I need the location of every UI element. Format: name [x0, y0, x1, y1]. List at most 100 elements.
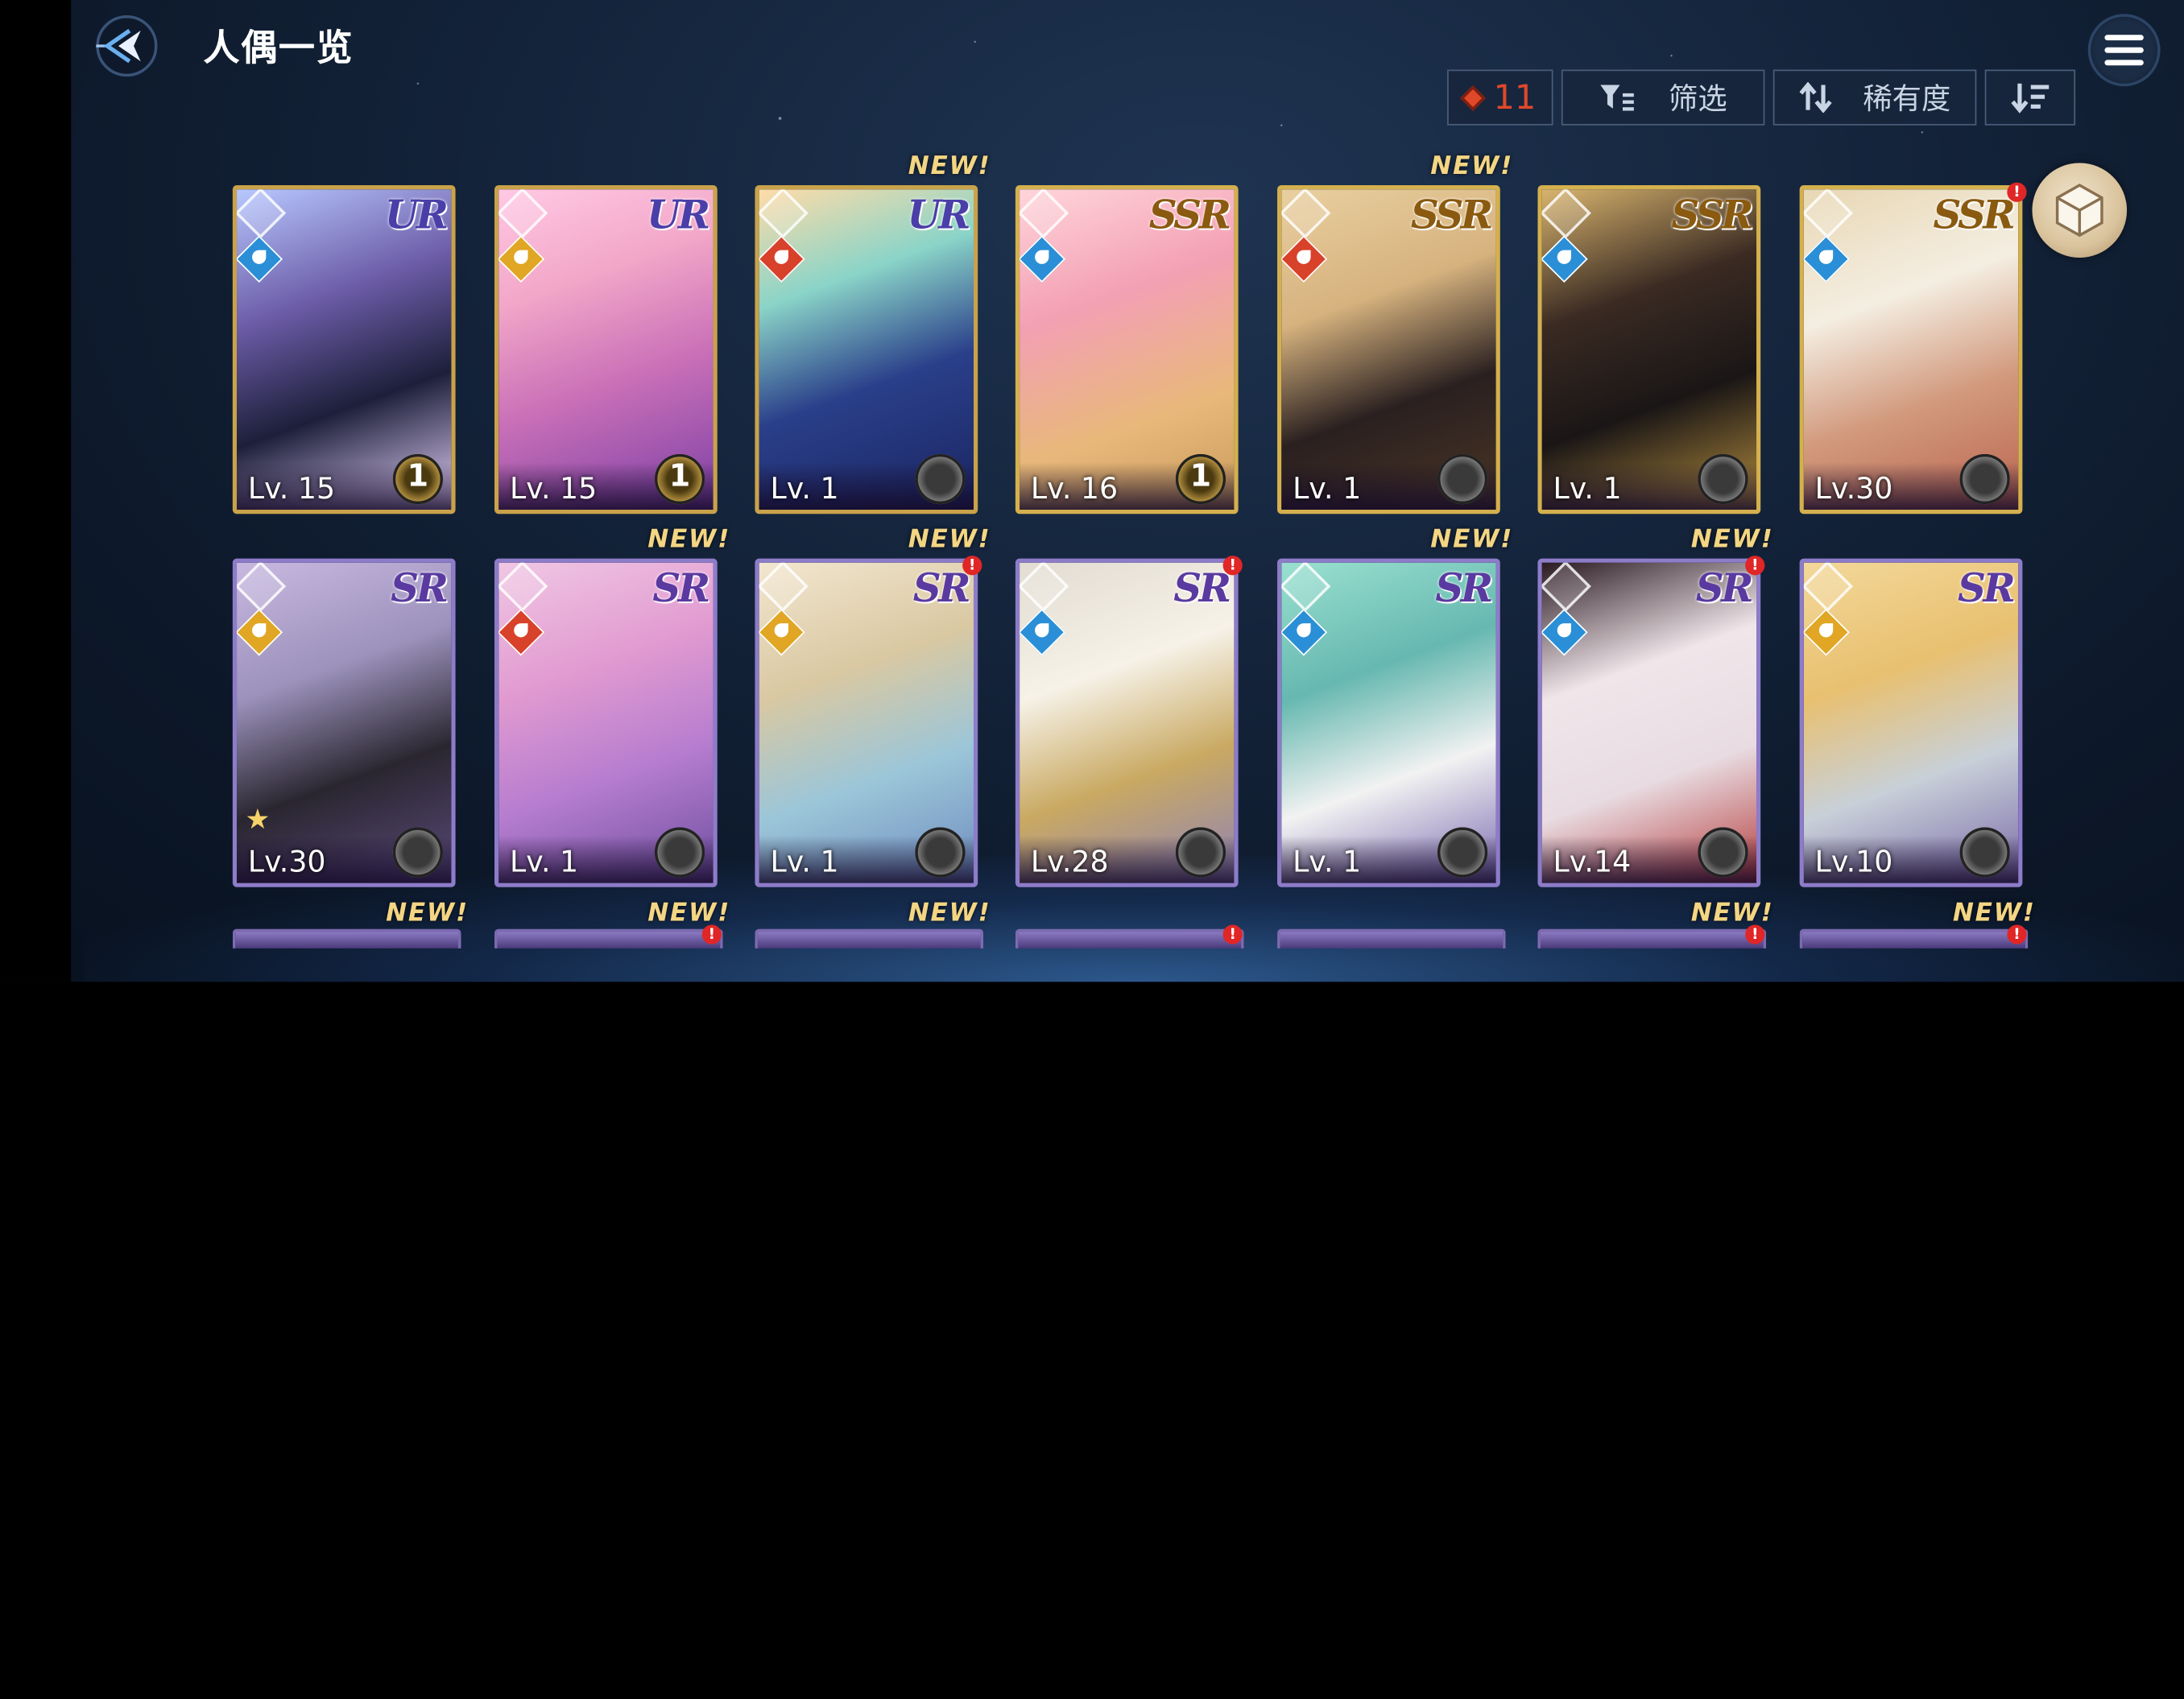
- new-tag: NEW!: [1430, 151, 1514, 181]
- doll-card-partial[interactable]: [494, 928, 723, 949]
- alert-badge: !: [1222, 556, 1243, 576]
- doll-card[interactable]: SSR Lv. 1: [1277, 185, 1500, 515]
- rarity-badge: SSR: [1671, 192, 1753, 238]
- new-tag: NEW!: [908, 151, 991, 181]
- new-tag: NEW!: [647, 898, 731, 928]
- medal-value: 1: [668, 459, 691, 495]
- game-screen: 人偶一览 11 筛选 稀有度 UR Lv. 15 1 UR Lv. 15 1 UR Lv. 1: [0, 0, 2184, 982]
- new-tag: NEW!: [908, 898, 991, 928]
- level-label: Lv. 16: [1030, 472, 1119, 506]
- sort-descending-icon: [2010, 83, 2049, 114]
- new-tag: NEW!: [1690, 898, 1774, 928]
- medal-value: 1: [1189, 459, 1212, 495]
- doll-card[interactable]: SR Lv.14: [1537, 558, 1761, 887]
- alert-badge: !: [962, 556, 982, 576]
- rarity-badge: SR: [1173, 565, 1231, 612]
- wing-emblem-icon: [1698, 827, 1748, 878]
- rank-medal-icon: 1: [1175, 453, 1226, 505]
- rarity-badge: SSR: [1148, 192, 1231, 238]
- rarity-badge: SR: [1957, 565, 2016, 612]
- rarity-badge: SR: [1435, 565, 1493, 612]
- doll-card-partial[interactable]: [1277, 928, 1506, 949]
- count-indicator: 11: [1447, 69, 1553, 126]
- wing-emblem-icon: [1698, 453, 1748, 505]
- sort-rarity-button[interactable]: 稀有度: [1772, 69, 1977, 126]
- rank-medal-icon: 1: [654, 453, 705, 505]
- level-label: Lv.30: [1814, 472, 1893, 506]
- wing-emblem-icon: [1437, 827, 1488, 878]
- doll-card-partial[interactable]: [1537, 928, 1767, 949]
- rarity-badge: UR: [384, 192, 449, 238]
- level-label: Lv.28: [1030, 845, 1109, 879]
- rarity-badge: SSR: [1410, 192, 1493, 238]
- alert-badge: !: [1745, 924, 1765, 945]
- red-gem-icon: [1460, 85, 1487, 110]
- wing-emblem-icon: [915, 453, 966, 505]
- new-tag: NEW!: [1430, 525, 1514, 555]
- hamburger-menu-icon[interactable]: [2087, 14, 2161, 87]
- level-label: Lv. 1: [1293, 472, 1362, 506]
- level-label: Lv.30: [247, 845, 326, 879]
- sort-label: 稀有度: [1863, 82, 1951, 116]
- alert-badge: !: [701, 924, 722, 945]
- doll-card-partial[interactable]: [1015, 928, 1244, 949]
- alert-badge: !: [1222, 924, 1243, 945]
- level-label: Lv. 15: [510, 472, 598, 506]
- new-tag: NEW!: [1952, 898, 2036, 928]
- doll-card[interactable]: UR Lv. 1: [755, 185, 978, 515]
- cube-icon[interactable]: [2032, 163, 2128, 258]
- doll-card[interactable]: SSR Lv. 16 1: [1015, 185, 1239, 515]
- medal-value: 1: [407, 459, 429, 495]
- count-value: 11: [1493, 77, 1537, 118]
- level-label: Lv. 15: [247, 472, 336, 506]
- rarity-badge: SR: [391, 565, 449, 612]
- back-arrow-icon[interactable]: [88, 14, 166, 78]
- filter-icon: [1600, 85, 1634, 111]
- rarity-badge: SR: [652, 565, 710, 612]
- doll-card-partial[interactable]: [755, 928, 984, 949]
- level-label: Lv. 1: [1293, 845, 1362, 879]
- new-tag: NEW!: [386, 898, 469, 928]
- star-icon: ★: [245, 802, 271, 836]
- doll-card-partial[interactable]: [1799, 928, 2029, 949]
- swap-vertical-icon: [1798, 82, 1831, 114]
- doll-card[interactable]: SSR Lv.30: [1799, 185, 2023, 515]
- filter-label: 筛选: [1669, 82, 1727, 116]
- level-label: Lv. 1: [1553, 472, 1622, 506]
- level-label: Lv. 1: [510, 845, 579, 879]
- doll-card[interactable]: SR Lv. 1: [755, 558, 978, 887]
- level-label: Lv. 1: [770, 472, 839, 506]
- level-label: Lv. 1: [770, 845, 839, 879]
- wing-emblem-icon: [915, 827, 966, 878]
- rarity-badge: SSR: [1933, 192, 2015, 238]
- doll-card[interactable]: SR Lv.30 ★: [232, 558, 456, 887]
- doll-card[interactable]: UR Lv. 15 1: [232, 185, 456, 515]
- wing-emblem-icon: [1437, 453, 1488, 505]
- doll-card-partial[interactable]: [232, 928, 461, 949]
- doll-card[interactable]: SR Lv.10: [1799, 558, 2023, 887]
- doll-card[interactable]: SR Lv. 1: [494, 558, 718, 887]
- left-letterbox: [0, 0, 72, 982]
- wing-emblem-icon: [392, 827, 444, 878]
- new-tag: NEW!: [908, 525, 991, 555]
- page-title: 人偶一览: [203, 27, 354, 70]
- wing-emblem-icon: [1175, 827, 1226, 878]
- alert-badge: !: [1745, 556, 1765, 576]
- rank-medal-icon: 1: [392, 453, 444, 505]
- rarity-badge: UR: [647, 192, 710, 238]
- level-label: Lv.14: [1553, 845, 1632, 879]
- rarity-badge: SR: [912, 565, 971, 612]
- doll-card[interactable]: SR Lv.28: [1015, 558, 1239, 887]
- new-tag: NEW!: [1690, 525, 1774, 555]
- level-label: Lv.10: [1814, 845, 1893, 879]
- doll-card[interactable]: SR Lv. 1: [1277, 558, 1500, 887]
- doll-card[interactable]: SSR Lv. 1: [1537, 185, 1761, 515]
- doll-card[interactable]: UR Lv. 15 1: [494, 185, 718, 515]
- rarity-badge: SR: [1695, 565, 1754, 612]
- new-tag: NEW!: [647, 525, 731, 555]
- wing-emblem-icon: [1959, 827, 2010, 878]
- wing-emblem-icon: [1959, 453, 2010, 505]
- filter-button[interactable]: 筛选: [1561, 69, 1765, 126]
- wing-emblem-icon: [654, 827, 705, 878]
- sort-order-button[interactable]: [1984, 69, 2076, 126]
